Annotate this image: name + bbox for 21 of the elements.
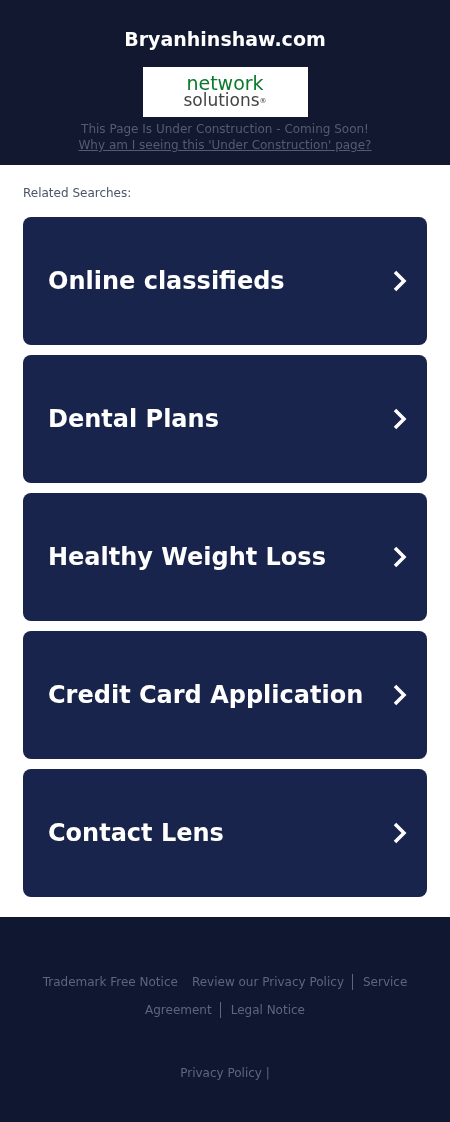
search-link-card[interactable]: Contact Lens bbox=[23, 769, 427, 897]
site-title: Bryanhinshaw.com bbox=[124, 27, 326, 51]
footer-link[interactable]: Service bbox=[363, 975, 408, 989]
construction-notice: This Page Is Under Construction - Coming Soon! bbox=[81, 121, 369, 137]
search-link-card[interactable]: Healthy Weight Loss bbox=[23, 493, 427, 621]
privacy-policy-link[interactable]: Privacy Policy | bbox=[180, 1064, 270, 1082]
chevron-right-icon bbox=[393, 546, 407, 568]
logo: network solutions$^{®}$ bbox=[142, 67, 308, 117]
footer-link[interactable]: Legal Notice bbox=[230, 1003, 305, 1017]
chevron-right-icon bbox=[393, 408, 407, 430]
chevron-right-icon bbox=[393, 684, 407, 706]
chevron-right-icon bbox=[393, 270, 407, 292]
related-searches-label: Related Searches: bbox=[23, 185, 133, 201]
why-link[interactable]: Why am I seeing this 'Under Construction' page? bbox=[78, 137, 372, 153]
search-link-card[interactable]: Dental Plans bbox=[23, 355, 427, 483]
search-link-card[interactable]: Online classifieds bbox=[23, 217, 427, 345]
footer-link[interactable]: Review our Privacy Policy bbox=[191, 975, 344, 989]
chevron-right-icon bbox=[393, 822, 407, 844]
footer-link[interactable]: Agreement bbox=[145, 1003, 212, 1017]
search-link-card[interactable]: Credit Card Application bbox=[23, 631, 427, 759]
footer-link[interactable]: Trademark Free Notice bbox=[42, 975, 178, 989]
